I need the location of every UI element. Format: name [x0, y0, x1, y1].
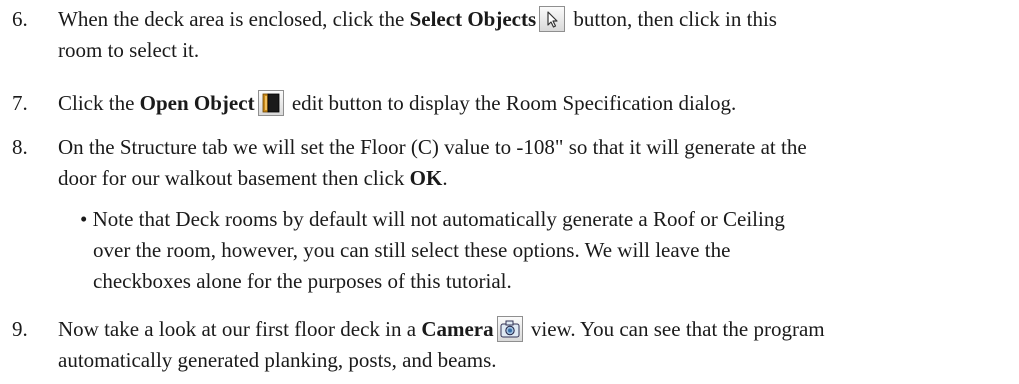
step-text: On the Structure tab we will set the Flo…	[58, 135, 807, 190]
select-objects-icon	[539, 6, 566, 32]
step-number: 8.	[12, 135, 28, 159]
camera-label: Camera	[421, 317, 494, 341]
open-object-icon	[257, 90, 284, 116]
ok-label: OK	[409, 166, 443, 190]
step-text: Now take a look at our first floor deck …	[58, 316, 825, 372]
open-object-label: Open Object	[139, 91, 255, 115]
step-number: 7.	[12, 91, 28, 115]
step-text: Click the Open Object edit button to dis…	[58, 90, 737, 116]
select-objects-label: Select Objects	[409, 7, 537, 31]
camera-icon	[496, 316, 523, 342]
note-bullet: • Note that Deck rooms by default will n…	[80, 207, 785, 293]
step-number: 9.	[12, 317, 28, 341]
step-number: 6.	[12, 7, 28, 31]
step-text: When the deck area is enclosed, click th…	[58, 6, 777, 62]
